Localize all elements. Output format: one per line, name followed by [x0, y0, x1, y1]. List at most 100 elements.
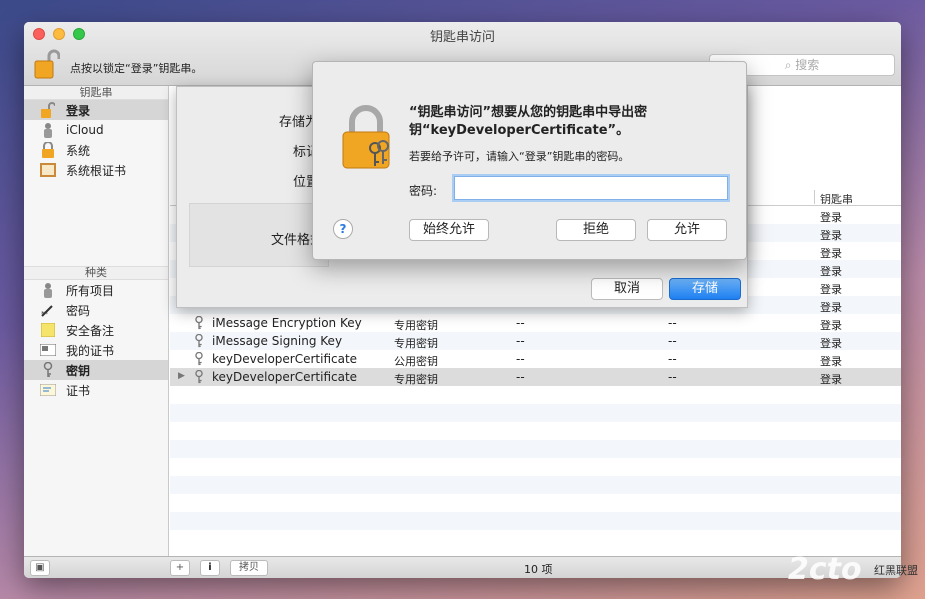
copy-button[interactable]: 拷贝 [230, 560, 268, 576]
lock-with-keys-icon [342, 105, 390, 169]
empty-row [170, 440, 901, 458]
key-name: keyDeveloperCertificate [212, 370, 358, 384]
sidebar-item-passwords[interactable]: ** 密码 [24, 300, 168, 320]
search-placeholder: 搜索 [795, 58, 820, 72]
user-cloud-icon [40, 122, 56, 138]
key-name: iMessage Encryption Key [212, 316, 362, 330]
sidebar-item-label: 证书 [66, 383, 91, 398]
lock-open-icon[interactable] [34, 48, 60, 80]
allow-button[interactable]: 允许 [647, 219, 727, 241]
bottom-bar: ▣ + i 拷贝 10 项 [24, 556, 901, 578]
empty-row [170, 422, 901, 440]
empty-row [170, 404, 901, 422]
cancel-button[interactable]: 取消 [591, 278, 663, 300]
watermark-site: 红黑联盟 [874, 564, 918, 577]
table-row[interactable]: iMessage Signing Key 专用密钥 -- -- 登录 [170, 332, 901, 350]
certificate-icon [40, 382, 56, 398]
key-icon [195, 316, 203, 330]
key-name: iMessage Signing Key [212, 334, 343, 348]
key-keychain: 登录 [820, 283, 842, 296]
key-date: -- [516, 352, 525, 366]
sidebar-item-label: 密钥 [66, 363, 91, 378]
table-row[interactable]: ▶ keyDeveloperCertificate 专用密钥 -- -- 登录 [170, 368, 901, 386]
empty-row [170, 512, 901, 530]
table-row[interactable]: keyDeveloperCertificate 公用密钥 -- -- 登录 [170, 350, 901, 368]
key-icon [195, 370, 203, 384]
table-row[interactable]: iMessage Encryption Key 专用密钥 -- -- 登录 [170, 314, 901, 332]
certificate-cabinet-icon [40, 162, 56, 178]
save-button[interactable]: 存储 [669, 278, 741, 300]
sidebar-item-label: 系统 [66, 143, 91, 158]
sidebar-item-label: 密码 [66, 303, 91, 318]
window-title: 钥匙串访问 [429, 30, 495, 45]
authorization-dialog: “钥匙串访问”想要从您的钥匙串中导出密钥“keyDeveloperCertifi… [312, 61, 747, 260]
sidebar-item-label: iCloud [66, 123, 104, 137]
key-kind: 专用密钥 [394, 373, 438, 386]
key-date: -- [516, 316, 525, 330]
key-keychain: 登录 [820, 337, 842, 350]
sidebar-item-secure-notes[interactable]: 安全备注 [24, 320, 168, 340]
key-name: keyDeveloperCertificate [212, 352, 358, 366]
dialog-message: 若要给予许可，请输入“登录”钥匙串的密码。 [409, 150, 630, 163]
lock-open-icon [40, 102, 56, 118]
key-keychain: 登录 [820, 373, 842, 386]
category-section: 种类 所有项目 ** 密码 安全备注 我的证书 密钥 证书 [24, 266, 168, 400]
key-kind: 公用密钥 [394, 355, 438, 368]
my-certificate-icon [40, 342, 56, 358]
key-expires: -- [668, 352, 677, 366]
key-kind: 专用密钥 [394, 337, 438, 350]
sidebar-item-icloud[interactable]: iCloud [24, 120, 168, 140]
key-date: -- [516, 334, 525, 348]
column-header-keychain[interactable]: 钥匙串 [820, 191, 853, 207]
key-date: -- [516, 370, 525, 384]
sidebar-item-keys[interactable]: 密钥 [24, 360, 168, 380]
empty-row [170, 458, 901, 476]
people-icon [40, 282, 56, 298]
category-header: 种类 [24, 266, 168, 280]
lock-hint-text[interactable]: 点按以锁定“登录”钥匙串。 [70, 60, 202, 76]
add-button[interactable]: + [170, 560, 190, 576]
key-keychain: 登录 [820, 211, 842, 224]
search-icon: ⌕ [784, 58, 796, 72]
sidebar-item-label: 安全备注 [66, 323, 115, 338]
note-icon [40, 322, 56, 338]
sidebar-item-label: 我的证书 [66, 343, 115, 358]
help-button[interactable]: ? [333, 219, 353, 239]
sidebar-item-all-items[interactable]: 所有项目 [24, 280, 168, 300]
info-button[interactable]: i [200, 560, 220, 576]
key-icon [195, 352, 203, 366]
sidebar: 钥匙串 登录 iCloud 系统 系统根证书 种类 所有项目 ** 密码 安全备… [24, 86, 169, 556]
sidebar-item-certificates[interactable]: 证书 [24, 380, 168, 400]
empty-row [170, 476, 901, 494]
key-keychain: 登录 [820, 355, 842, 368]
svg-text:**: ** [41, 310, 49, 317]
toggle-sidebar-button[interactable]: ▣ [30, 560, 50, 576]
password-pen-icon: ** [40, 302, 56, 318]
lock-icon [40, 142, 56, 158]
key-keychain: 登录 [820, 319, 842, 332]
sidebar-item-my-certificates[interactable]: 我的证书 [24, 340, 168, 360]
key-keychain: 登录 [820, 265, 842, 278]
sidebar-item-system[interactable]: 系统 [24, 140, 168, 160]
sidebar-item-label: 登录 [66, 103, 91, 118]
empty-row [170, 494, 901, 512]
key-icon [40, 362, 56, 378]
sidebar-item-label: 所有项目 [66, 283, 115, 298]
key-keychain: 登录 [820, 301, 842, 314]
column-separator[interactable] [814, 190, 815, 204]
sidebar-item-login[interactable]: 登录 [24, 100, 168, 120]
disclosure-triangle-icon[interactable]: ▶ [178, 371, 185, 381]
item-count: 10 项 [524, 563, 553, 576]
password-field[interactable] [454, 176, 728, 200]
sidebar-item-system-roots[interactable]: 系统根证书 [24, 160, 168, 180]
deny-button[interactable]: 拒绝 [556, 219, 636, 241]
key-expires: -- [668, 334, 677, 348]
dialog-title: “钥匙串访问”想要从您的钥匙串中导出密钥“keyDeveloperCertifi… [409, 105, 648, 138]
key-expires: -- [668, 370, 677, 384]
key-kind: 专用密钥 [394, 319, 438, 332]
always-allow-button[interactable]: 始终允许 [409, 219, 489, 241]
keychains-header: 钥匙串 [24, 86, 168, 100]
empty-row [170, 386, 901, 404]
watermark-logo: 2cto [788, 552, 862, 587]
key-keychain: 登录 [820, 247, 842, 260]
